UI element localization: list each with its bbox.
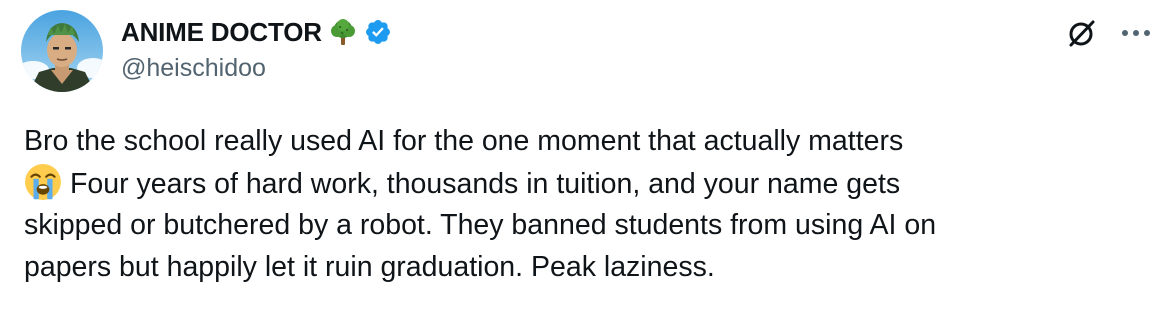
tweet-text-line-2-text: Four years of hard work, thousands in tu… [70, 167, 901, 200]
tree-emoji-icon [328, 17, 358, 47]
avatar-image [21, 10, 103, 92]
tweet-text-line-1: Bro the school really used AI for the on… [24, 125, 904, 157]
author-name-row: ANIME DOCTOR [121, 14, 392, 50]
author-handle[interactable]: @heischidoo [121, 54, 266, 83]
tweet-text-line-3: skipped or butchered by a robot. They ba… [24, 209, 937, 241]
grok-icon[interactable] [1064, 15, 1100, 51]
author-avatar[interactable] [21, 10, 103, 92]
more-options-icon[interactable] [1116, 15, 1156, 51]
tweet-text-line-4: papers but happily let it ruin graduatio… [24, 250, 715, 283]
tweet-text: Bro the school really used AI for the on… [24, 121, 1159, 288]
verified-badge-icon[interactable] [364, 18, 392, 46]
tweet-text-line-2: Four years of hard work, thousands in tu… [24, 163, 1159, 206]
author-display-name[interactable]: ANIME DOCTOR [121, 17, 322, 48]
loudly-crying-face-icon [25, 163, 61, 200]
tweet-card: ANIME DOCTOR @heischidoo Bro the school … [0, 0, 1176, 320]
